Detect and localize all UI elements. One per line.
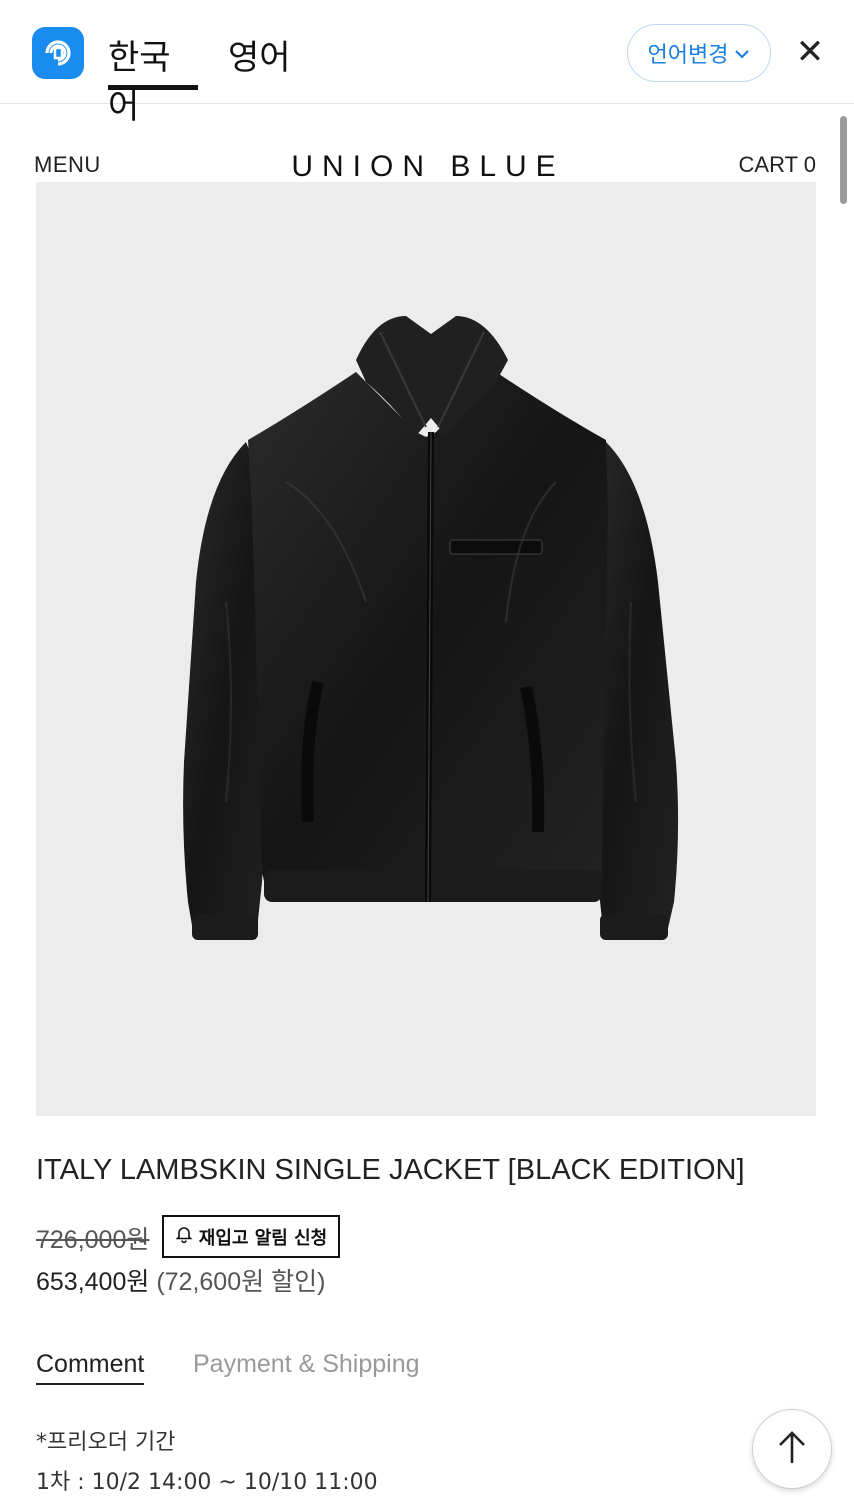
product-title: ITALY LAMBSKIN SINGLE JACKET [BLACK EDIT… bbox=[36, 1154, 745, 1186]
change-language-button[interactable]: 언어변경 bbox=[627, 24, 771, 82]
tab-korean[interactable]: 한국어 bbox=[108, 30, 198, 127]
tab-comment[interactable]: Comment bbox=[36, 1350, 145, 1385]
translation-bar: 한국어 영어 언어변경 ✕ bbox=[0, 0, 854, 127]
preorder-title: *프리오더 기간 bbox=[36, 1430, 176, 1455]
product-image[interactable] bbox=[36, 182, 816, 1116]
scrollbar[interactable] bbox=[840, 116, 847, 204]
sale-price-line: 653,400원 (72,600원 할인) bbox=[36, 1262, 325, 1298]
tab-english[interactable]: 영어 bbox=[228, 30, 291, 90]
sale-price: 653,400원 bbox=[36, 1268, 150, 1296]
chevron-down-icon bbox=[734, 41, 750, 66]
translate-app-icon bbox=[32, 27, 84, 79]
preorder-period: 1차 : 10/2 14:00 ~ 10/10 11:00 bbox=[36, 1470, 378, 1495]
cart-link[interactable]: CART 0 bbox=[739, 152, 816, 178]
restock-alert-label: 재입고 알림 신청 bbox=[198, 1227, 328, 1249]
restock-alert-button[interactable]: 재입고 알림 신청 bbox=[162, 1215, 340, 1258]
bell-icon bbox=[175, 1225, 193, 1248]
tab-payment-shipping[interactable]: Payment & Shipping bbox=[193, 1350, 420, 1383]
scroll-to-top-button[interactable] bbox=[752, 1409, 832, 1489]
arrow-up-icon bbox=[775, 1429, 809, 1469]
shop-header: MENU UNION BLUE CART 0 bbox=[0, 104, 854, 184]
close-icon[interactable]: ✕ bbox=[790, 32, 830, 72]
brand-logo[interactable]: UNION BLUE bbox=[0, 150, 854, 184]
discount-amount: (72,600원 할인) bbox=[156, 1268, 326, 1296]
change-language-label: 언어변경 bbox=[647, 43, 729, 68]
original-price: 726,000원 bbox=[36, 1226, 150, 1254]
